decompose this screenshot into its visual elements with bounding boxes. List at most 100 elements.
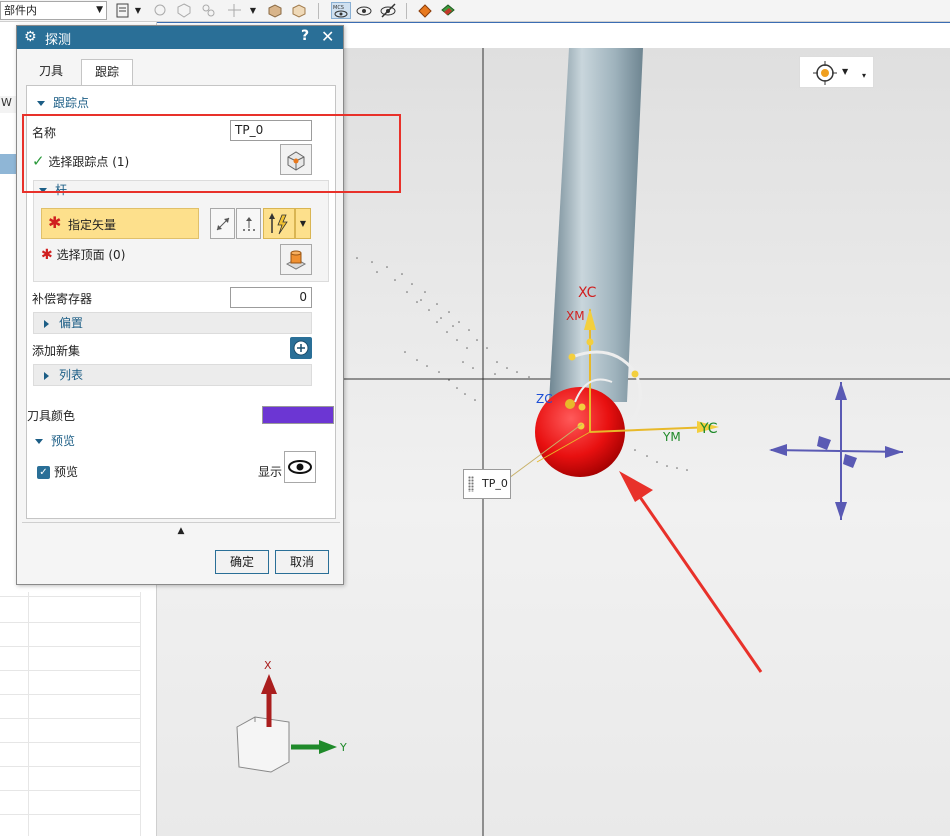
tab-tracking[interactable]: 跟踪 <box>81 59 133 86</box>
select-top-face-label: 选择顶面 (0) <box>56 248 126 262</box>
help-button[interactable]: ? <box>301 28 309 44</box>
gear-icon: ⚙ <box>24 29 37 45</box>
add-new-set-button[interactable] <box>290 337 312 359</box>
machine-tool-icon[interactable] <box>417 2 434 19</box>
reverse-direction-icon <box>216 217 229 230</box>
cancel-button[interactable]: 取消 <box>275 550 329 574</box>
snap-filter-icon[interactable] <box>115 2 132 19</box>
section-title: 跟踪点 <box>53 96 90 110</box>
selection-filter-value: 部件内 <box>4 4 37 17</box>
eye-display-icon[interactable] <box>356 2 373 19</box>
select-top-face-row[interactable]: ✱ 选择顶面 (0) <box>41 246 125 263</box>
section-title: 偏置 <box>59 316 84 330</box>
selection-filter-dropdown[interactable]: 部件内 ▼ <box>0 1 107 20</box>
section-title: 列表 <box>59 368 84 382</box>
probe-stylus-rod <box>549 48 643 402</box>
dialog-collapse-toggle[interactable]: ▲ <box>22 522 340 540</box>
section-header-list[interactable]: 列表 <box>33 364 312 386</box>
navigator-row <box>0 622 140 623</box>
crosshair-target-icon <box>813 61 837 85</box>
section-title: 预览 <box>51 434 76 448</box>
close-button[interactable]: ✕ <box>321 27 334 46</box>
collapse-caret-icon <box>35 439 43 444</box>
add-new-set-label: 添加新集 <box>32 344 81 358</box>
tracking-point-name: TP_0 <box>482 477 508 490</box>
ok-button[interactable]: 确定 <box>215 550 269 574</box>
required-star-icon: ✱ <box>41 247 53 263</box>
navigator-row <box>0 766 140 767</box>
lightning-vector-icon <box>269 212 288 234</box>
preview-checkbox[interactable]: ✓ <box>37 466 50 479</box>
point-cloud <box>356 257 688 471</box>
absolute-csys-triad <box>236 674 337 773</box>
navigator-selected-row[interactable] <box>0 154 16 174</box>
navigator-row <box>0 742 140 743</box>
axis-label-xm: XM <box>566 309 585 323</box>
orient-view-control[interactable]: ▼ ▾ <box>799 56 874 88</box>
toolbar-separator <box>318 3 319 19</box>
top-toolbar: 部件内 ▼ ▼ ▼ MCS <box>0 0 950 22</box>
tool-color-swatch[interactable] <box>262 406 334 424</box>
group-select-icon[interactable] <box>200 2 217 19</box>
navigator-column-divider <box>28 592 29 836</box>
navigator-row <box>0 814 140 815</box>
section-header-track-point[interactable]: 跟踪点 <box>37 92 89 114</box>
show-label: 显示 <box>258 465 283 479</box>
chevron-down-icon[interactable]: ▾ <box>862 71 866 80</box>
dialog-title: 探测 <box>45 33 72 48</box>
navigator-row <box>0 646 140 647</box>
mcs-display-icon[interactable]: MCS <box>331 2 351 19</box>
navigator-row <box>0 694 140 695</box>
dialog-title-bar[interactable]: ⚙ 探测 ? ✕ <box>17 26 343 49</box>
comp-register-label: 补偿寄存器 <box>32 292 93 306</box>
chevron-down-icon[interactable]: ▼ <box>133 2 143 19</box>
inferred-vector-button[interactable] <box>263 208 295 239</box>
axis-label-zc: ZC <box>536 392 553 406</box>
specify-vector-row[interactable]: ✱ 指定矢量 <box>41 208 199 239</box>
top-face-icon <box>285 250 307 270</box>
toolbar-separator <box>406 3 407 19</box>
specify-vector-label: 指定矢量 <box>68 218 117 232</box>
chevron-down-icon[interactable]: ▼ <box>248 2 258 19</box>
drag-handle-icon[interactable] <box>468 476 474 492</box>
navigator-column-divider <box>140 592 141 836</box>
annotation-highlight-box <box>22 114 401 193</box>
navigator-row <box>0 718 140 719</box>
tab-tool[interactable]: 刀具 <box>29 59 73 86</box>
axis-label-ym: YM <box>663 430 681 444</box>
snap-cross-icon[interactable] <box>226 2 243 19</box>
tool-color-label: 刀具颜色 <box>27 409 76 423</box>
tracking-point-label[interactable]: TP_0 <box>463 469 511 499</box>
vector-reverse-button[interactable] <box>210 208 235 239</box>
axis-label-yc: YC <box>700 421 718 437</box>
comp-register-field[interactable]: 0 <box>230 287 312 308</box>
eye-icon <box>288 460 312 474</box>
navigator-row <box>0 670 140 671</box>
show-preview-button[interactable] <box>284 451 316 483</box>
face-select-button[interactable] <box>280 244 312 275</box>
triad-label-x: X <box>264 659 272 672</box>
axis-label-xc: XC <box>578 285 597 301</box>
preview-checkbox-label: 预览 <box>54 465 79 479</box>
chevron-down-icon[interactable]: ▼ <box>295 208 311 239</box>
section-header-preview[interactable]: 预览 <box>35 430 75 452</box>
simulation-icon[interactable] <box>440 2 457 19</box>
required-star-icon: ✱ <box>48 213 62 232</box>
vector-dots-icon <box>242 216 255 231</box>
plus-circle-icon <box>293 340 309 356</box>
navigator-row <box>0 790 140 791</box>
expand-caret-icon <box>44 319 49 328</box>
solid-block-icon[interactable] <box>266 2 283 19</box>
section-header-offset[interactable]: 偏置 <box>33 312 312 334</box>
probe-dialog: ⚙ 探测 ? ✕ 刀具 跟踪 跟踪点 名称 TP_0 ✓ 选择跟踪点 (1) 杆… <box>16 25 344 585</box>
collapse-caret-icon <box>37 101 45 106</box>
eye-hide-icon[interactable] <box>380 2 397 19</box>
svg-text:MCS: MCS <box>333 5 344 11</box>
chevron-down-icon[interactable]: ▼ <box>842 67 848 76</box>
triad-label-y: Y <box>340 741 347 754</box>
snap-point-icon[interactable] <box>152 2 169 19</box>
vector-dialog-button[interactable] <box>236 208 261 239</box>
view-triad-manipulator <box>769 382 904 520</box>
hexagon-icon[interactable] <box>176 2 193 19</box>
wire-block-icon[interactable] <box>290 2 307 19</box>
